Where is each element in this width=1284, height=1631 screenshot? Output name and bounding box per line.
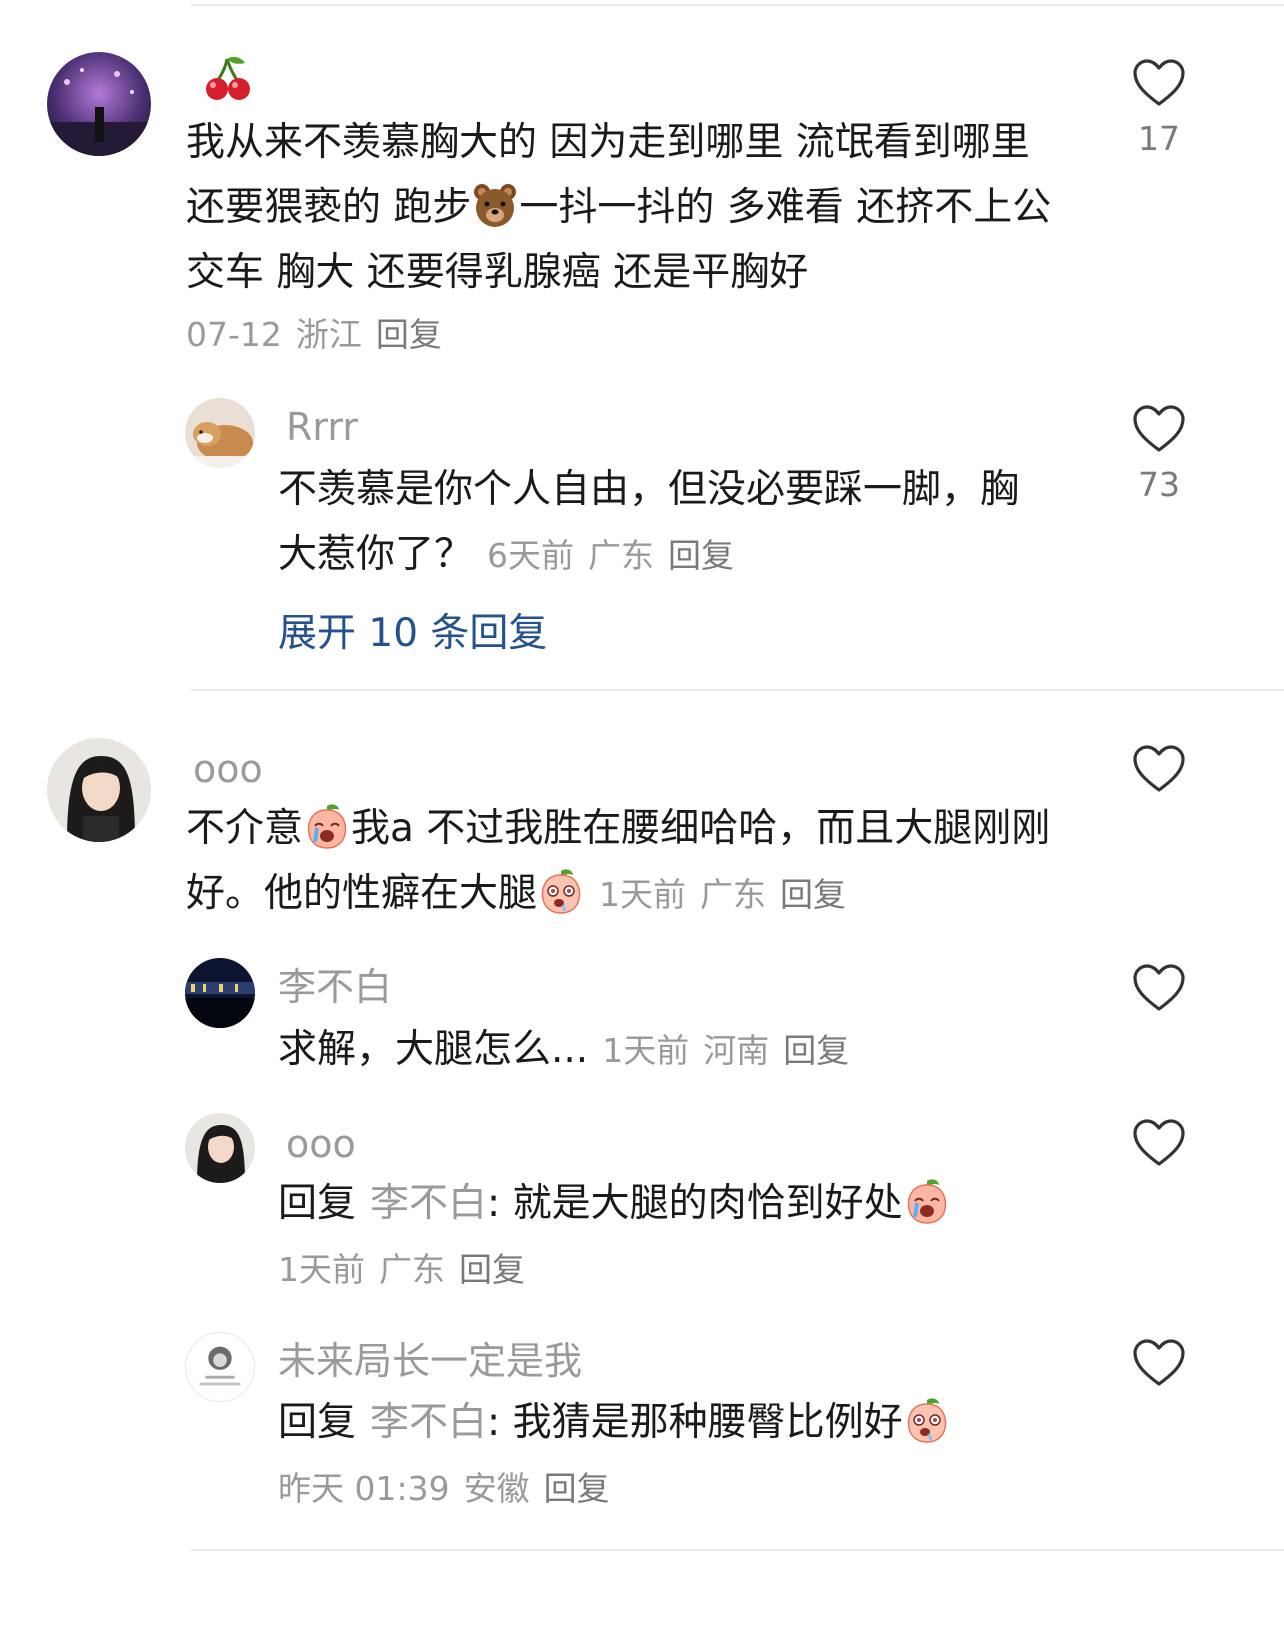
avatar[interactable] — [47, 52, 151, 156]
reply-button[interactable]: 回复 — [668, 536, 734, 575]
comment-date: 6天前 — [487, 536, 575, 575]
reply-prefix: 回复 — [278, 1181, 357, 1226]
comment-text: 不羡慕是你个人自由，但没必要踩一脚，胸 大惹你了？ 6天前 广东 回复 — [278, 457, 1078, 588]
reply-prefix: 回复 — [278, 1400, 357, 1445]
comment-location: 广东 — [379, 1250, 445, 1289]
comment-meta: 1天前 广东 回复 — [278, 1253, 525, 1286]
reply-button[interactable]: 回复 — [459, 1250, 525, 1289]
comment-date: 昨天 01:39 — [278, 1469, 450, 1508]
expand-replies-button[interactable]: 展开 10 条回复 — [278, 614, 547, 653]
crying-peach-icon — [303, 802, 351, 850]
comment-text: 不介意 我a 不过我胜在腰细哈哈，而且大腿刚刚 好。他的性癖在大腿 1天前 广东 回复 — [186, 796, 1106, 927]
like-button[interactable] — [1131, 1118, 1187, 1168]
comment-text-line: 不羡慕是你个人自由，但没必要踩一脚，胸 — [278, 467, 1020, 512]
comment-text: 求解，大腿怎么... 1天前 河南 回复 — [278, 1027, 850, 1072]
comment-location: 广东 — [588, 536, 655, 575]
crying-peach-icon — [903, 1177, 951, 1225]
like-count: 73 — [1138, 465, 1180, 504]
heart-icon — [1133, 964, 1185, 1011]
comment-text-line: 大惹你了？ 6天前 广东 回复 — [278, 532, 735, 577]
comment-meta: 1天前 河南 回复 — [602, 1031, 849, 1070]
like-button[interactable]: 73 — [1131, 404, 1187, 501]
avatar[interactable] — [185, 1332, 255, 1402]
comment-text-line: 好。他的性癖在大腿 1天前 广东 回复 — [186, 861, 1106, 927]
divider — [190, 1549, 1284, 1551]
heart-icon — [1133, 1119, 1185, 1166]
heart-icon — [1133, 1339, 1185, 1386]
comment-location: 安徽 — [463, 1469, 530, 1508]
avatar[interactable] — [185, 958, 255, 1028]
comment-meta: 1天前 广东 回复 — [599, 875, 846, 914]
like-button[interactable] — [1131, 963, 1187, 1013]
avatar[interactable] — [185, 1113, 255, 1183]
comment-text-line: 我从来不羡慕胸大的 因为走到哪里 流氓看到哪里 — [186, 120, 1030, 165]
user-name[interactable]: 未来局长一定是我 — [278, 1342, 582, 1380]
reply-button[interactable]: 回复 — [780, 875, 846, 914]
heart-icon — [1133, 405, 1185, 452]
comment-text: 回复 李不白: 我猜是那种腰臀比例好 — [278, 1390, 1098, 1455]
bear-icon — [471, 181, 519, 229]
mentioned-user[interactable]: 李不白 — [370, 1400, 487, 1445]
comment-meta: 07-12 浙江 回复 — [186, 318, 442, 351]
user-name[interactable]: ooo — [193, 750, 263, 788]
comment-date: 1天前 — [278, 1250, 365, 1289]
reply-button[interactable]: 回复 — [783, 1031, 849, 1070]
divider — [190, 4, 1284, 6]
avatar[interactable] — [185, 398, 255, 468]
comment-date: 1天前 — [602, 1031, 690, 1070]
heart-icon — [1133, 59, 1185, 106]
reply-button[interactable]: 回复 — [544, 1469, 610, 1508]
comment-meta: 昨天 01:39 安徽 回复 — [278, 1472, 610, 1505]
like-button[interactable]: 17 — [1131, 58, 1187, 155]
comment-text-line: 交车 胸大 还要得乳腺癌 还是平胸好 — [186, 250, 809, 295]
comment-meta: 6天前 广东 回复 — [487, 536, 734, 575]
comment-text-line: 不介意 我a 不过我胜在腰细哈哈，而且大腿刚刚 — [186, 796, 1106, 861]
comment-text: 我从来不羡慕胸大的 因为走到哪里 流氓看到哪里 还要猥亵的 跑步 一抖一抖的 多难… — [186, 110, 1106, 305]
cherry-icon — [203, 53, 253, 103]
drooling-peach-icon — [903, 1396, 951, 1444]
comment-date: 1天前 — [599, 875, 687, 914]
divider — [190, 689, 1284, 691]
like-button[interactable] — [1131, 1338, 1187, 1388]
comment-text: 回复 李不白: 就是大腿的肉恰到好处 — [278, 1171, 1098, 1236]
comment-location: 河南 — [703, 1031, 770, 1070]
user-name[interactable]: 李不白 — [278, 968, 392, 1006]
comment-location: 浙江 — [295, 315, 362, 354]
like-count: 17 — [1138, 119, 1180, 158]
reply-button[interactable]: 回复 — [376, 315, 442, 354]
user-name[interactable]: Rrrr — [286, 408, 358, 446]
comment-text-line: 还要猥亵的 跑步 一抖一抖的 多难看 还挤不上公 — [186, 175, 1106, 240]
drooling-peach-icon — [537, 867, 585, 915]
mentioned-user[interactable]: 李不白 — [370, 1181, 487, 1226]
comment-date: 07-12 — [186, 315, 282, 354]
comment-location: 广东 — [700, 875, 767, 914]
avatar[interactable] — [47, 738, 151, 842]
heart-icon — [1133, 745, 1185, 792]
user-name[interactable]: ooo — [286, 1125, 356, 1163]
like-button[interactable] — [1131, 744, 1187, 794]
